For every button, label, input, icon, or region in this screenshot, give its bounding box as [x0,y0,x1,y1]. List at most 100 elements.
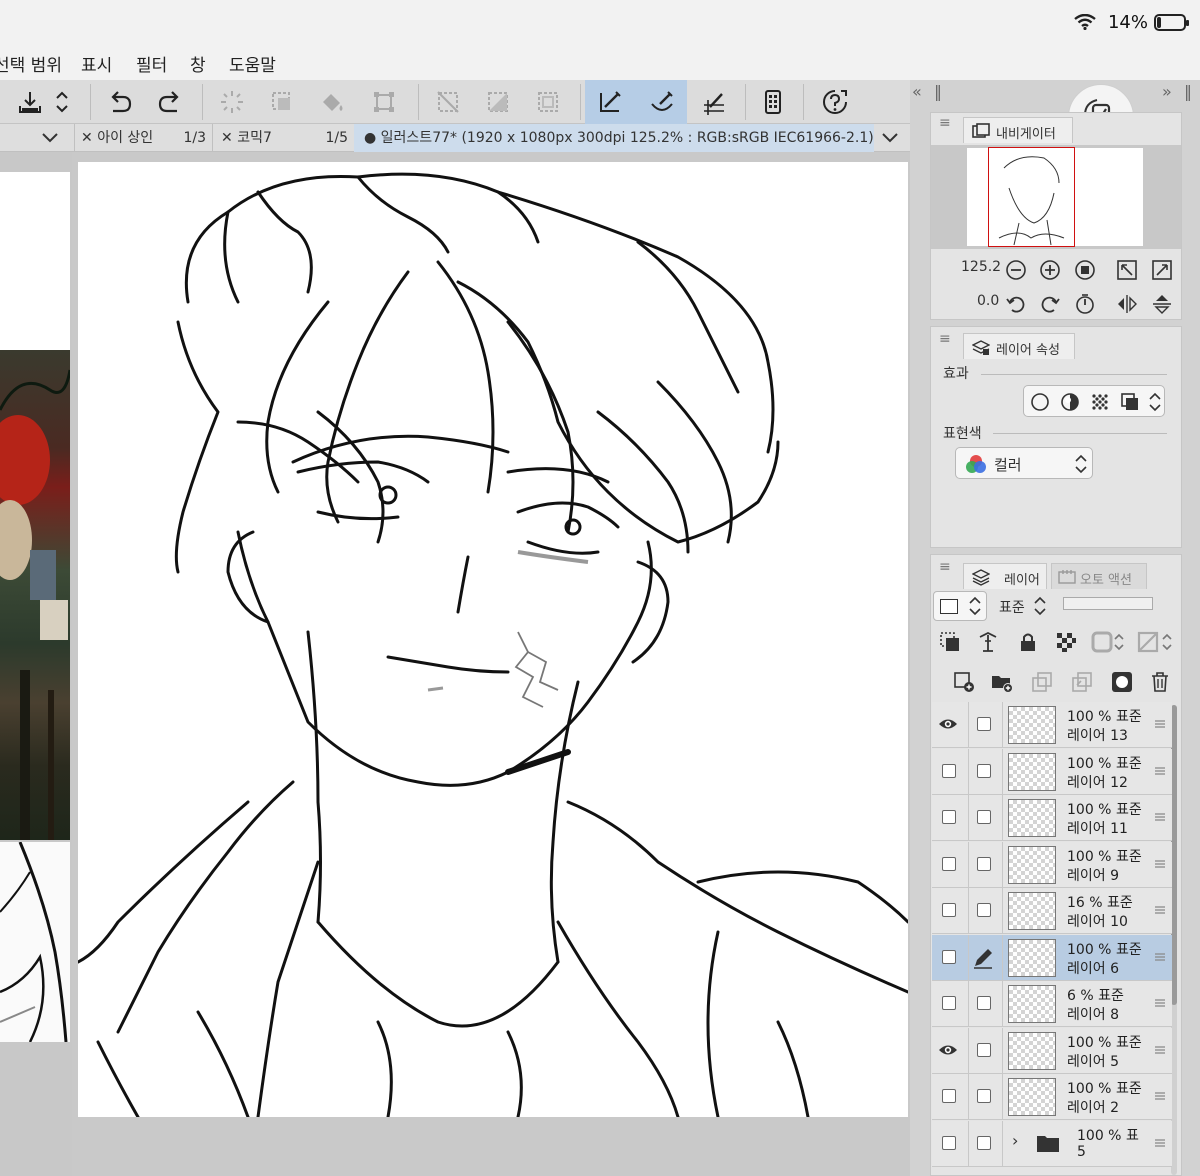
drag-handle-icon[interactable] [1154,904,1166,916]
visibility-checkbox[interactable] [942,1089,956,1103]
layer-row[interactable]: 100 % 표준 레이어 13 [932,702,1172,748]
chevron-down-icon[interactable] [880,130,900,146]
drag-handle-icon[interactable] [1154,718,1166,730]
new-folder-icon[interactable] [991,671,1013,693]
extract-line-icon[interactable] [1060,392,1080,412]
lock-checkbox[interactable] [977,717,991,731]
layer-row[interactable]: 100 % 표준 레이어 5 [932,1027,1172,1074]
rotate-left-icon[interactable] [1005,293,1027,315]
layer-row[interactable]: 16 % 표준 레이어 10 [932,888,1172,934]
chevron-updown-icon[interactable] [1148,392,1162,412]
border-effect-icon[interactable] [1030,392,1050,412]
merge-layer-icon[interactable] [1071,671,1093,693]
tab-comic7[interactable]: ✕ 코믹7 1/5 [212,124,352,152]
help-button[interactable] [817,84,853,120]
mask-toggle-icon[interactable] [1091,629,1129,655]
visibility-checkbox[interactable] [942,1135,956,1150]
drag-handle-icon[interactable] [1154,858,1166,870]
copy-layer-icon[interactable] [1031,671,1053,693]
drawing-canvas[interactable] [78,162,908,1117]
trash-icon[interactable] [1149,671,1171,693]
layer-folder-row[interactable]: › 100 % 표5 [932,1120,1172,1167]
layer-color-icon[interactable] [1120,392,1140,412]
opacity-slider[interactable] [1063,597,1153,610]
blend-mode-label[interactable]: 표준 [999,597,1025,617]
ruler-toggle-icon[interactable] [1137,629,1179,655]
export-button[interactable] [12,84,48,120]
visibility-checkbox[interactable] [942,810,956,824]
menu-window[interactable]: 창 [190,51,206,76]
lock-transparency-icon[interactable] [1055,631,1077,653]
visibility-checkbox[interactable] [942,996,956,1010]
visibility-checkbox[interactable] [942,903,956,917]
lock-checkbox[interactable] [977,996,991,1010]
eye-icon[interactable] [938,1042,958,1058]
tab-layer-property[interactable]: 레이어 속성 [963,333,1075,359]
chevron-down-icon[interactable] [40,130,60,146]
layer-mask-icon[interactable] [1111,671,1133,693]
chevron-right-icon[interactable]: › [1012,1131,1018,1150]
undo-button[interactable] [102,84,138,120]
layer-row[interactable]: 100 % 표준 레이어 9 [932,841,1172,888]
visibility-checkbox[interactable] [942,856,956,871]
fill-selection-button[interactable] [264,84,300,120]
drag-handle-icon[interactable] [1154,997,1166,1009]
lock-checkbox[interactable] [977,763,991,778]
chevron-updown-icon[interactable] [1033,595,1047,617]
layer-row[interactable]: 100 % 표준 레이어 6 [932,934,1172,981]
lock-checkbox[interactable] [977,810,991,824]
selection-border-button[interactable] [530,84,566,120]
zoom-in-icon[interactable] [1039,259,1061,281]
layer-color-selector[interactable] [933,591,987,621]
tab-child-merchant[interactable]: ✕ 아이 상인 1/3 [74,124,210,152]
drag-handle-icon[interactable] [1154,1044,1166,1056]
flip-horizontal-icon[interactable] [1116,293,1138,315]
flip-vertical-icon[interactable] [1151,293,1173,315]
tone-icon[interactable] [1090,392,1110,412]
edit-shortcuts-button[interactable] [755,84,791,120]
collapse-left-icon[interactable]: « [912,82,922,101]
transform-button[interactable] [366,84,402,120]
grid-snap-button[interactable] [696,84,732,120]
layer-row[interactable]: 100 % 표준 레이어 2 [932,1074,1172,1120]
clear-button[interactable] [214,84,250,120]
effect-selector[interactable] [1023,385,1165,417]
lock-checkbox[interactable] [977,903,991,917]
drag-handle-icon[interactable] [1154,951,1166,963]
reset-rotation-icon[interactable] [1074,293,1096,315]
deselect-button[interactable] [430,84,466,120]
panel-menu-icon[interactable]: ≡ [939,331,951,347]
lock-checkbox[interactable] [977,1135,991,1150]
panel-menu-icon[interactable]: ≡ [939,559,951,575]
visibility-checkbox[interactable] [942,949,956,964]
fit-icon[interactable] [1074,259,1096,281]
drag-handle-icon[interactable] [1154,765,1166,777]
layer-row[interactable]: 6 % 표준 레이어 8 [932,981,1172,1027]
drag-handle-icon[interactable] [1154,1137,1166,1149]
close-icon[interactable]: ✕ [221,130,233,146]
tab-layer[interactable]: 레이어 [963,563,1047,589]
tab-illustration77[interactable]: ● 일러스트77* (1920 x 1080px 300dpi 125.2% :… [354,124,874,152]
drag-handle-icon[interactable] [1154,811,1166,823]
zoom-out-icon[interactable] [1005,259,1027,281]
menu-view[interactable]: 표시 [81,51,112,76]
lock-checkbox[interactable] [977,856,991,871]
layer-row[interactable]: 100 % 표준 레이어 12 [932,748,1172,795]
redo-button[interactable] [152,84,188,120]
expression-color-selector[interactable]: 컬러 [955,447,1093,479]
lock-checkbox[interactable] [977,1089,991,1103]
tab-navigator[interactable]: 내비게이터 [963,117,1073,143]
drag-handle-icon[interactable]: ‖ [934,82,942,101]
viewport-frame[interactable] [988,147,1075,247]
eye-icon[interactable] [938,716,958,732]
actual-size-icon[interactable] [1116,259,1138,281]
layer-row[interactable]: 100 % 표준 레이어 11 [932,795,1172,841]
paint-bucket-button[interactable] [314,84,350,120]
drag-handle-icon[interactable]: ‖ [1184,82,1192,101]
visibility-checkbox[interactable] [942,763,956,778]
lock-checkbox[interactable] [977,1042,991,1057]
reference-layer-icon[interactable] [977,631,999,653]
menu-filter[interactable]: 필터 [136,51,167,76]
lock-icon[interactable] [1017,631,1039,653]
invert-selection-button[interactable] [480,84,516,120]
